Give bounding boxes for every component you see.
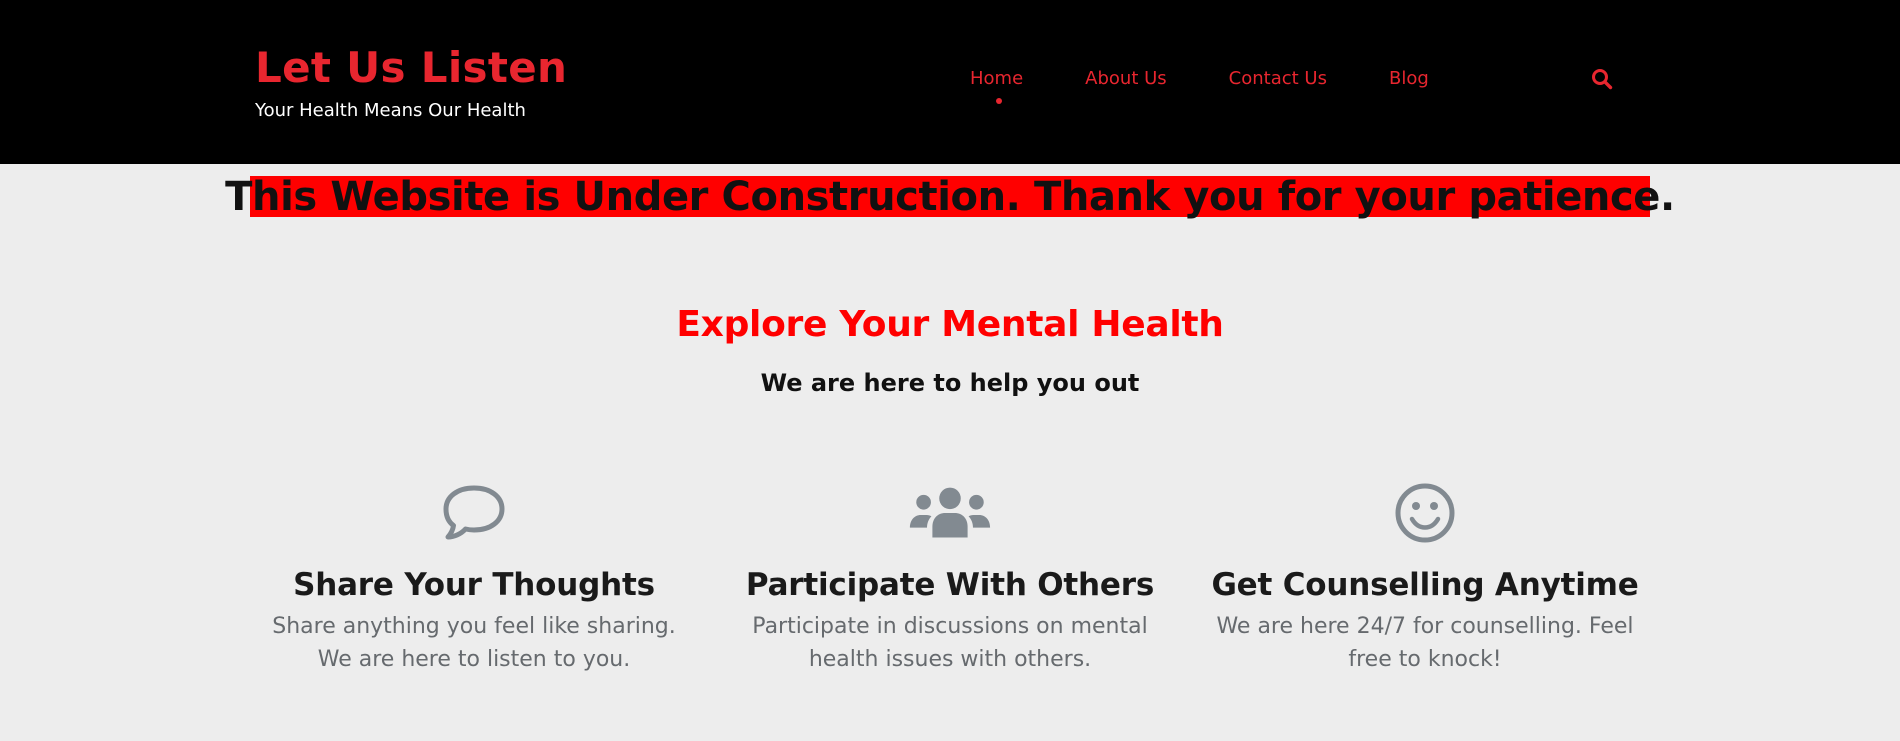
feature-counselling: Get Counselling Anytime We are here 24/7…: [1200, 478, 1650, 676]
smiley-face-icon: [1395, 483, 1455, 543]
feature-description: Share anything you feel like sharing. We…: [272, 614, 676, 672]
nav-item-about-us[interactable]: About Us: [1085, 66, 1167, 92]
construction-banner: This Website is Under Construction. Than…: [225, 176, 1675, 217]
site-title-link[interactable]: Let Us Listen: [255, 42, 567, 94]
feature-description: We are here 24/7 for counselling. Feel f…: [1216, 614, 1634, 672]
section-title: Explore Your Mental Health: [676, 304, 1224, 345]
nav-item-home-label: Home: [970, 68, 1024, 89]
nav-item-contact-us-label: Contact Us: [1228, 68, 1327, 89]
nav-item-home[interactable]: Home: [970, 66, 1024, 104]
feature-title: Participate With Others: [745, 567, 1155, 603]
feature-description: Participate in discussions on mental hea…: [752, 614, 1148, 672]
nav-item-blog-label: Blog: [1388, 68, 1429, 89]
feature-title: Get Counselling Anytime: [1211, 567, 1639, 603]
search-icon: [1592, 69, 1613, 90]
main-navigation: Home About Us Contact Us Blog: [970, 66, 1429, 104]
site-tagline: Your Health Means Our Health: [255, 100, 526, 121]
feature-participate: Participate With Others Participate in d…: [725, 478, 1175, 676]
active-indicator-dot: [995, 98, 1002, 104]
group-users-icon: [909, 487, 991, 538]
section-subtitle: We are here to help you out: [760, 369, 1140, 397]
feature-share-thoughts: Share Your Thoughts Share anything you f…: [249, 478, 699, 676]
search-button[interactable]: [1591, 68, 1613, 90]
site-branding: Let Us Listen Your Health Means Our Heal…: [255, 42, 567, 122]
nav-item-about-us-label: About Us: [1085, 68, 1167, 89]
speech-bubble-icon: [443, 485, 505, 540]
nav-item-contact-us[interactable]: Contact Us: [1229, 66, 1327, 92]
construction-banner-text: This Website is Under Construction. Than…: [225, 173, 1675, 220]
site-header: Let Us Listen Your Health Means Our Heal…: [0, 0, 1900, 164]
nav-item-blog[interactable]: Blog: [1389, 66, 1429, 92]
feature-title: Share Your Thoughts: [293, 567, 655, 603]
